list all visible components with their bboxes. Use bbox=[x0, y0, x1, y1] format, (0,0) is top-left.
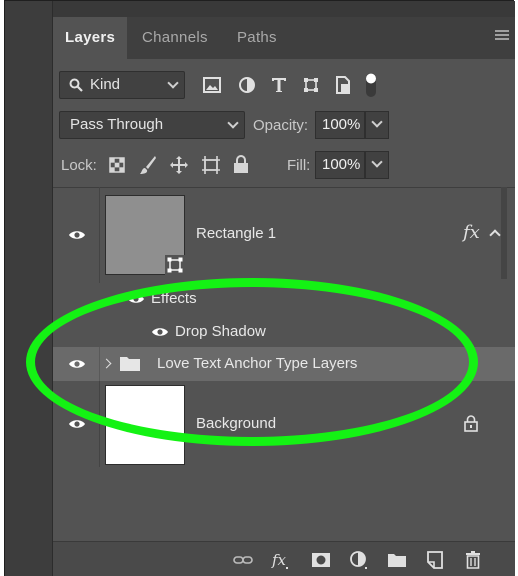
chevron-down-icon bbox=[227, 117, 239, 129]
search-icon bbox=[69, 78, 83, 92]
fill-dropdown-button[interactable] bbox=[365, 151, 389, 179]
layer-name: Love Text Anchor Type Layers bbox=[157, 355, 358, 372]
lock-row: Lock: Fill: 100% bbox=[53, 149, 515, 181]
visibility-column-divider bbox=[99, 381, 100, 467]
lock-image-pixels-icon[interactable] bbox=[139, 155, 157, 175]
vector-shape-badge-icon bbox=[165, 255, 185, 275]
link-layers-icon[interactable] bbox=[233, 550, 253, 570]
delete-layer-icon[interactable] bbox=[463, 550, 483, 570]
drop-shadow-label: Drop Shadow bbox=[175, 323, 266, 340]
visibility-column-divider bbox=[99, 187, 100, 283]
window-top-strip bbox=[5, 1, 515, 17]
adjustment-layer-filter-icon[interactable] bbox=[239, 77, 255, 93]
filter-toggle-icon[interactable] bbox=[365, 72, 377, 98]
tab-channels[interactable]: Channels bbox=[130, 17, 220, 59]
smart-object-filter-icon[interactable] bbox=[335, 76, 351, 94]
new-group-icon[interactable] bbox=[387, 550, 407, 570]
fx-badge-icon[interactable]: fx bbox=[463, 222, 480, 243]
fill-input[interactable]: 100% bbox=[315, 151, 365, 179]
layer-row-background[interactable]: Background bbox=[53, 381, 515, 467]
layer-row-rectangle-1[interactable]: Rectangle 1 fx bbox=[53, 187, 515, 283]
add-mask-icon[interactable] bbox=[311, 550, 331, 570]
layer-name: Rectangle 1 bbox=[196, 225, 277, 242]
chevron-up-icon[interactable] bbox=[489, 229, 501, 241]
lock-artboard-icon[interactable] bbox=[201, 155, 221, 175]
blend-mode-value: Pass Through bbox=[70, 116, 164, 133]
eye-icon[interactable] bbox=[68, 418, 86, 430]
eye-icon[interactable] bbox=[127, 293, 145, 305]
chevron-down-icon bbox=[167, 77, 179, 89]
chevron-down-icon bbox=[371, 156, 383, 168]
scrollbar-thumb[interactable] bbox=[501, 187, 507, 279]
layer-name: Background bbox=[196, 415, 277, 432]
add-layer-style-icon[interactable]: fx bbox=[271, 550, 291, 570]
opacity-label: Opacity: bbox=[253, 117, 309, 134]
effects-label: Effects bbox=[151, 290, 197, 307]
opacity-dropdown-button[interactable] bbox=[365, 111, 389, 139]
svg-text:fx: fx bbox=[271, 551, 287, 569]
filter-kind-select[interactable]: Kind bbox=[59, 71, 185, 99]
eye-icon[interactable] bbox=[151, 326, 169, 338]
pixel-layer-filter-icon[interactable] bbox=[203, 77, 221, 93]
lock-icon bbox=[464, 415, 478, 432]
shape-layer-filter-icon[interactable] bbox=[303, 77, 319, 93]
new-adjustment-layer-icon[interactable] bbox=[349, 550, 369, 570]
eye-icon[interactable] bbox=[68, 229, 86, 241]
blend-row: Pass Through Opacity: 100% bbox=[53, 109, 515, 141]
panel-menu-icon[interactable] bbox=[495, 30, 509, 44]
chevron-down-icon bbox=[371, 116, 383, 128]
filter-row: Kind bbox=[53, 69, 515, 101]
panel-tab-bar: Layers Channels Paths bbox=[53, 17, 515, 59]
tab-layers[interactable]: Layers bbox=[53, 17, 128, 59]
layer-row-group[interactable]: Love Text Anchor Type Layers bbox=[53, 347, 515, 381]
visibility-column-divider bbox=[99, 347, 100, 381]
opacity-input[interactable]: 100% bbox=[315, 111, 365, 139]
tab-paths[interactable]: Paths bbox=[225, 17, 289, 59]
blend-mode-select[interactable]: Pass Through bbox=[59, 111, 245, 139]
eye-icon[interactable] bbox=[68, 358, 86, 370]
panel-footer: fx bbox=[53, 541, 515, 576]
photoshop-window: Layers Channels Paths Kind Pass Through … bbox=[4, 0, 515, 576]
lock-position-icon[interactable] bbox=[169, 155, 189, 175]
lock-all-icon[interactable] bbox=[233, 155, 249, 174]
type-layer-filter-icon[interactable] bbox=[271, 77, 287, 93]
new-layer-icon[interactable] bbox=[425, 550, 445, 570]
layers-list: Rectangle 1 fx Effects Drop Shadow Love … bbox=[53, 187, 515, 467]
left-dock-strip bbox=[5, 1, 53, 576]
filter-kind-label: Kind bbox=[90, 76, 121, 93]
background-thumbnail bbox=[105, 385, 185, 465]
chevron-right-icon[interactable] bbox=[101, 358, 112, 369]
fill-label: Fill: bbox=[287, 157, 311, 174]
layer-row-effects[interactable]: Effects bbox=[53, 283, 515, 315]
lock-label: Lock: bbox=[61, 157, 97, 174]
lock-transparent-pixels-icon[interactable] bbox=[109, 157, 125, 173]
folder-icon bbox=[120, 357, 140, 371]
layer-row-drop-shadow[interactable]: Drop Shadow bbox=[53, 315, 515, 347]
layers-panel: Layers Channels Paths Kind Pass Through … bbox=[53, 17, 515, 576]
